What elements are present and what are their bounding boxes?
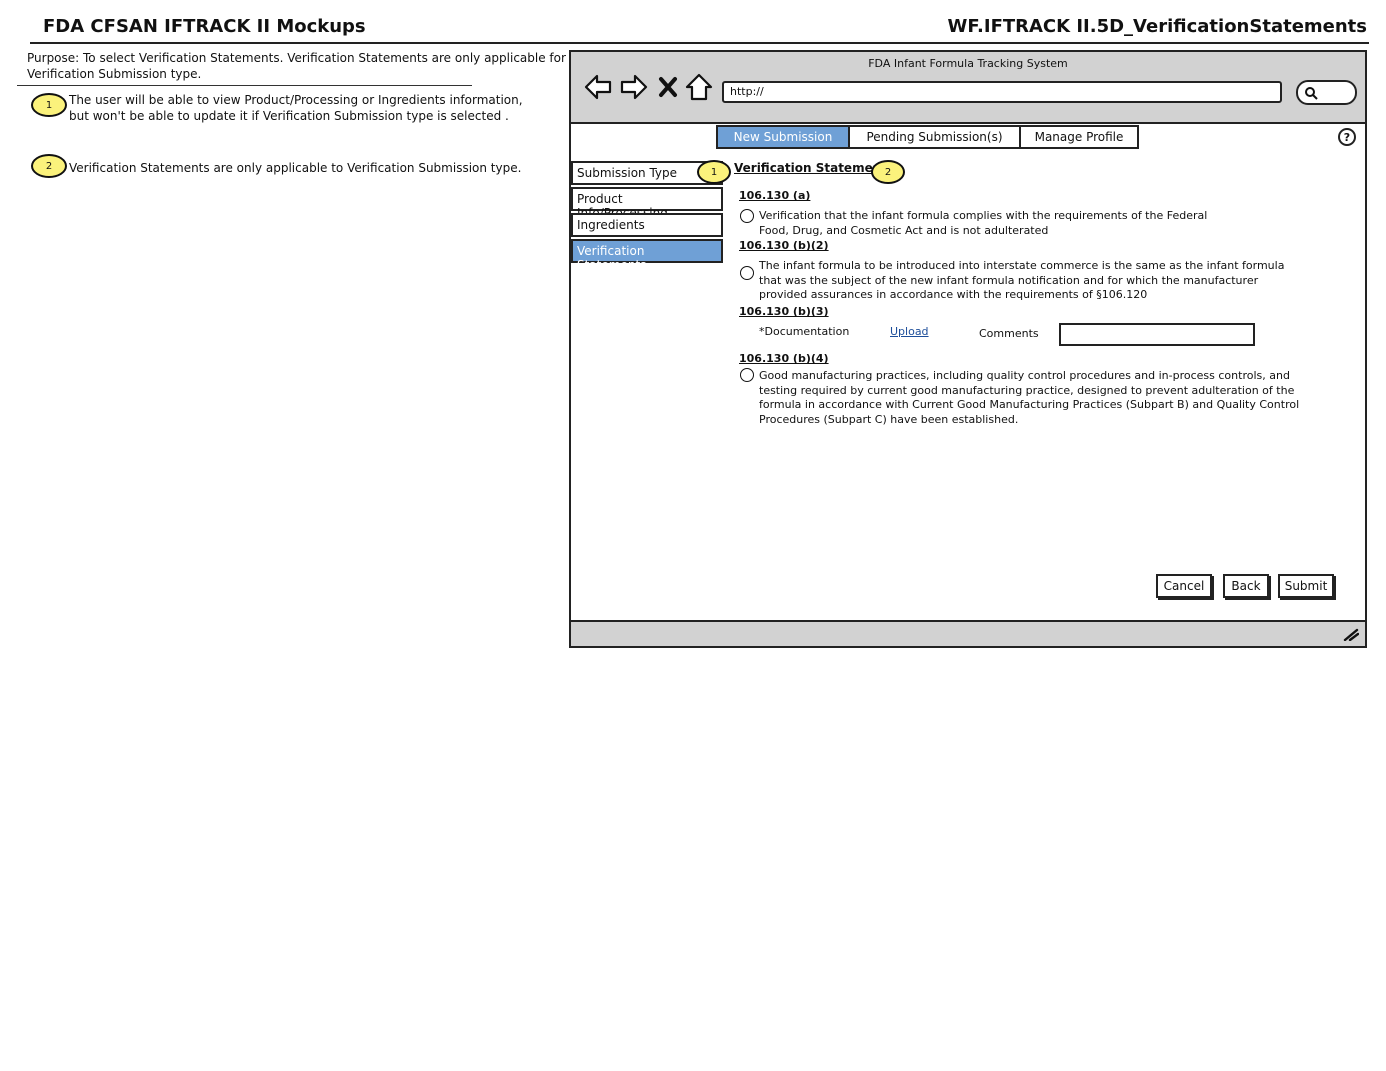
back-arrow-icon[interactable] (583, 72, 613, 102)
help-icon[interactable]: ? (1338, 128, 1356, 146)
resize-grip-icon[interactable] (1343, 627, 1359, 641)
radio-106-130-b4[interactable] (740, 368, 754, 382)
section-text-b2: The infant formula to be introduced into… (759, 259, 1285, 301)
screen-id: WF.IFTRACK II.5D_VerificationStatements (947, 16, 1367, 37)
documentation-label: *Documentation (759, 325, 850, 338)
sidebar-item-product-info[interactable]: Product Info/Processing (571, 187, 723, 220)
purpose-divider (17, 85, 472, 86)
annotation-marker-1: 1 (697, 160, 731, 184)
purpose-text: Purpose: To select Verification Statemen… (27, 51, 566, 81)
section-code-b2: 106.130 (b)(2) (739, 239, 829, 252)
comments-label: Comments (979, 327, 1039, 340)
back-button[interactable]: Back (1223, 574, 1269, 598)
header-divider (30, 42, 1369, 44)
section-text-b4: Good manufacturing practices, including … (759, 369, 1300, 426)
note-1-text: The user will be able to view Product/Pr… (69, 93, 523, 123)
note-marker-1: 1 (31, 93, 67, 117)
tab-pending-submissions[interactable]: Pending Submission(s) (848, 125, 1021, 149)
browser-title: FDA Infant Formula Tracking System (868, 57, 1068, 70)
search-icon (1305, 87, 1318, 100)
forward-arrow-icon[interactable] (619, 72, 649, 102)
comments-input[interactable] (1059, 323, 1255, 346)
annotation-marker-2: 2 (871, 160, 905, 184)
sidebar-item-ingredients[interactable]: Ingredients (571, 213, 723, 237)
submit-button[interactable]: Submit (1278, 574, 1334, 598)
sidebar-item-verification-statements[interactable]: Verification Statements (571, 239, 723, 272)
radio-106-130-b2[interactable] (740, 266, 754, 280)
page-title: FDA CFSAN IFTRACK II Mockups (43, 16, 366, 37)
url-input[interactable]: http:// (722, 81, 1282, 103)
home-icon[interactable] (684, 72, 714, 102)
browser-toolbar: FDA Infant Formula Tracking System http:… (571, 52, 1365, 124)
stop-icon[interactable] (656, 72, 680, 102)
note-marker-2: 2 (31, 154, 67, 178)
section-text-a: Verification that the infant formula com… (759, 209, 1208, 237)
note-2-text: Verification Statements are only applica… (69, 161, 522, 175)
browser-statusbar (571, 620, 1365, 646)
browser-search-input[interactable] (1296, 80, 1357, 105)
tab-manage-profile[interactable]: Manage Profile (1019, 125, 1139, 149)
section-code-b4: 106.130 (b)(4) (739, 352, 829, 365)
section-code-b3: 106.130 (b)(3) (739, 305, 829, 318)
radio-106-130-a[interactable] (740, 209, 754, 223)
upload-link[interactable]: Upload (890, 325, 929, 338)
browser-window: FDA Infant Formula Tracking System http:… (569, 50, 1367, 648)
cancel-button[interactable]: Cancel (1156, 574, 1212, 598)
tab-new-submission[interactable]: New Submission (716, 125, 850, 149)
section-code-a: 106.130 (a) (739, 189, 811, 202)
